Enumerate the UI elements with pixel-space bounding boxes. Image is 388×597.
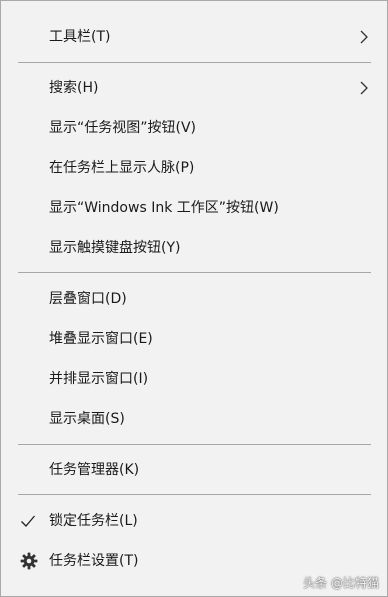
menu-item-task-manager[interactable]: 任务管理器(K) <box>1 450 387 490</box>
menu-item-show-people[interactable]: 在任务栏上显示人脉(P) <box>1 148 387 188</box>
menu-item-label: 任务管理器(K) <box>49 462 140 478</box>
menu-item-label: 并排显示窗口(I) <box>49 371 149 387</box>
menu-item-label: 显示“Windows Ink 工作区”按钮(W) <box>49 200 279 216</box>
watermark: 头条 @比特猫 <box>303 576 379 590</box>
menu-item-label: 工具栏(T) <box>49 29 111 45</box>
menu-item-show-touch-keyboard-button[interactable]: 显示触摸键盘按钮(Y) <box>1 228 387 268</box>
menu-item-show-desktop[interactable]: 显示桌面(S) <box>1 399 387 439</box>
menu-item-label: 搜索(H) <box>49 80 99 96</box>
chevron-right-icon <box>360 81 368 95</box>
menu-item-side-by-side-windows[interactable]: 并排显示窗口(I) <box>1 359 387 399</box>
menu-item-search[interactable]: 搜索(H) <box>1 68 387 108</box>
menu-item-lock-taskbar[interactable]: 锁定任务栏(L) <box>1 501 387 541</box>
menu-item-show-task-view-button[interactable]: 显示“任务视图”按钮(V) <box>1 108 387 148</box>
menu-item-label: 显示“任务视图”按钮(V) <box>49 120 197 136</box>
menu-separator <box>18 494 371 495</box>
menu-item-toolbars[interactable]: 工具栏(T) <box>1 17 387 57</box>
menu-item-label: 层叠窗口(D) <box>49 291 127 307</box>
menu-item-label: 在任务栏上显示人脉(P) <box>49 160 195 176</box>
menu-item-show-ink-workspace-button[interactable]: 显示“Windows Ink 工作区”按钮(W) <box>1 188 387 228</box>
menu-item-stack-windows[interactable]: 堆叠显示窗口(E) <box>1 319 387 359</box>
menu-separator <box>18 62 371 63</box>
menu-item-label: 任务栏设置(T) <box>49 553 139 569</box>
menu-separator <box>18 272 371 273</box>
taskbar-context-menu: 工具栏(T) 搜索(H) 显示“任务视图”按钮(V) 在任务栏上显示人脉(P) … <box>0 0 388 597</box>
menu-item-label: 显示桌面(S) <box>49 411 125 427</box>
menu-item-label: 锁定任务栏(L) <box>49 513 138 529</box>
gear-icon <box>20 552 38 570</box>
menu-item-cascade-windows[interactable]: 层叠窗口(D) <box>1 279 387 319</box>
menu-item-label: 显示触摸键盘按钮(Y) <box>49 240 181 256</box>
chevron-right-icon <box>360 30 368 44</box>
menu-separator <box>18 444 371 445</box>
menu-item-label: 堆叠显示窗口(E) <box>49 331 153 347</box>
checkmark-icon <box>21 515 35 527</box>
